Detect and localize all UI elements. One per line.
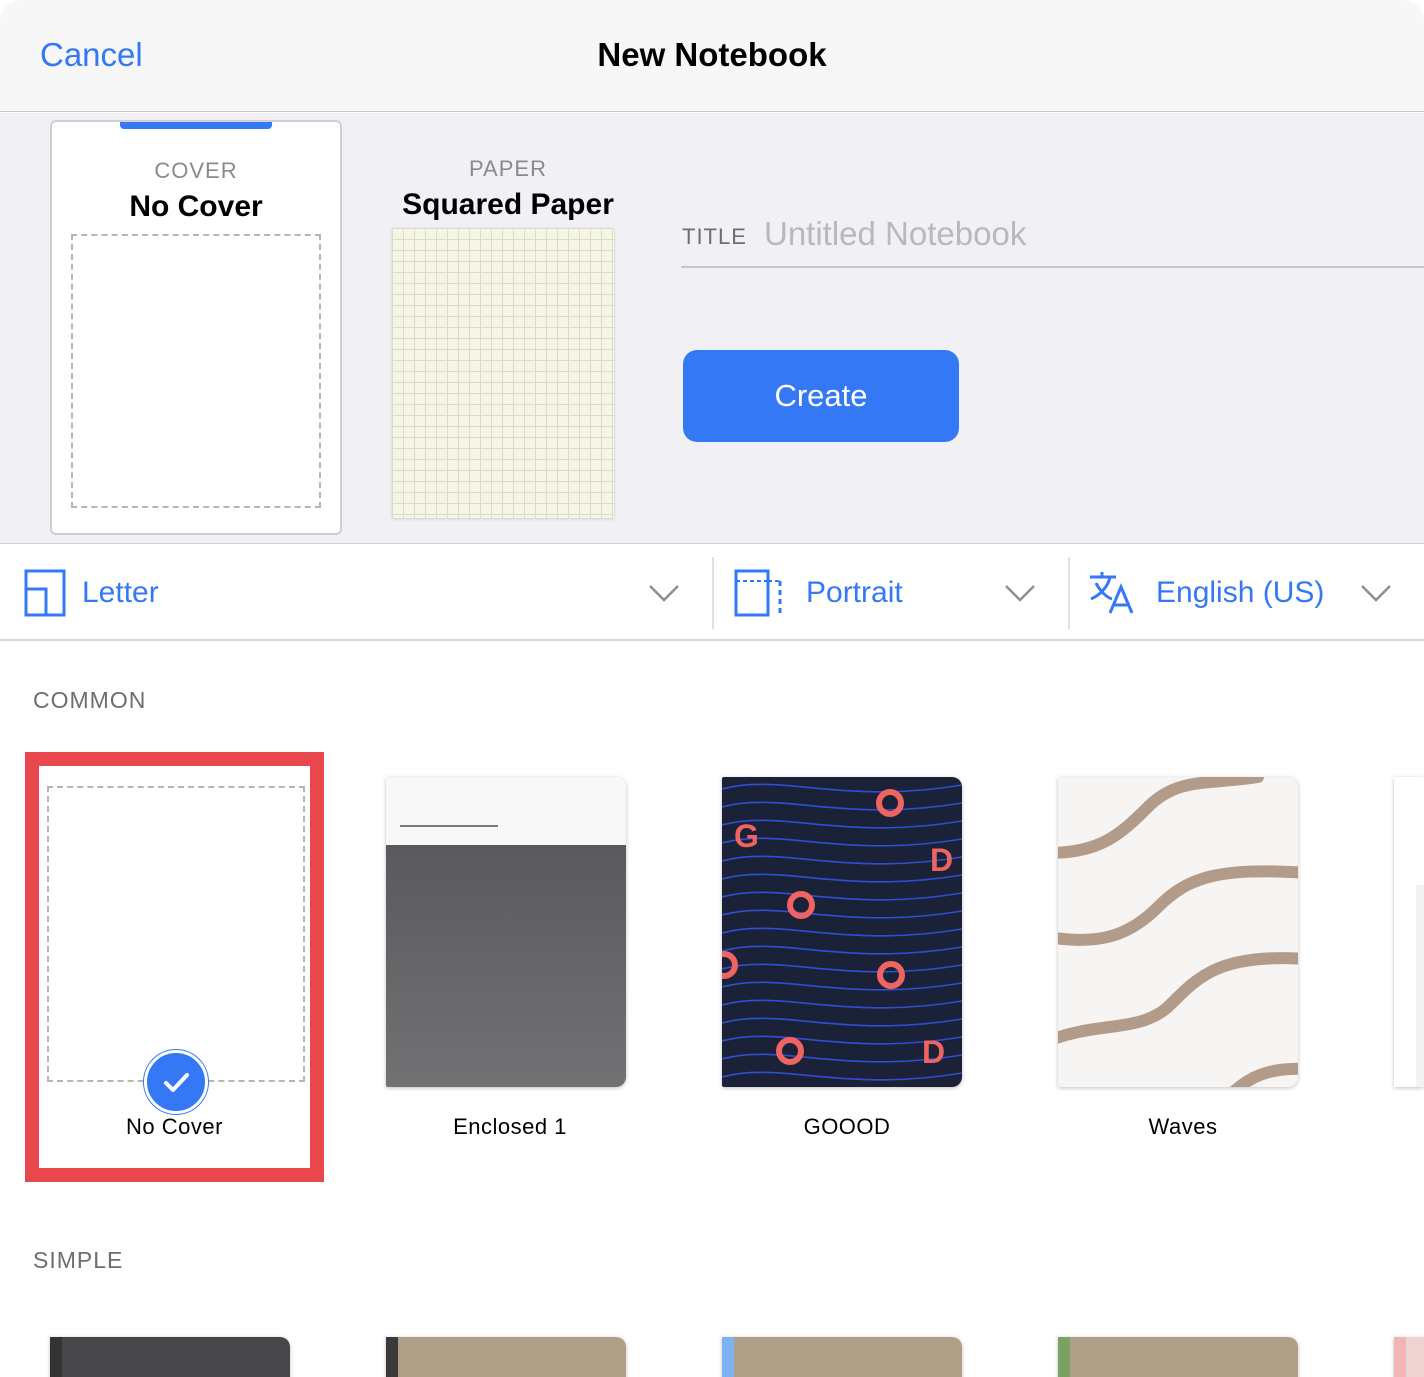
orientation-icon	[734, 569, 782, 617]
language-dropdown[interactable]: English (US)	[1070, 545, 1424, 641]
cover-option-goood[interactable]: G D D GOOOD	[722, 777, 972, 1147]
selection-indicator	[120, 122, 272, 129]
cover-name: GOOOD	[803, 1114, 891, 1139]
cover-option-simple-partial[interactable]	[1394, 1337, 1424, 1377]
title-label: TITLE	[682, 224, 747, 249]
page-title: New Notebook	[597, 36, 827, 73]
cover-name: No Cover	[126, 1114, 223, 1139]
cover-option-waves[interactable]: Waves	[1058, 777, 1308, 1147]
chevron-down-icon	[1361, 585, 1391, 602]
cover-value: No Cover	[129, 190, 263, 223]
enclosed-cover-thumbnail	[386, 777, 626, 1087]
cover-name: Enclosed 1	[453, 1114, 567, 1139]
cover-option-partial[interactable]	[1394, 777, 1424, 1087]
checkmark-icon	[144, 1050, 208, 1114]
cover-name: Waves	[1148, 1114, 1218, 1139]
page-size-dropdown[interactable]: Letter	[0, 545, 712, 641]
svg-text:D: D	[922, 1034, 945, 1070]
nav-bar: Cancel New Notebook	[0, 0, 1424, 112]
svg-text:D: D	[930, 842, 953, 878]
paper-value: Squared Paper	[402, 188, 614, 221]
title-underline	[681, 266, 1424, 268]
orientation-label: Portrait	[806, 576, 903, 609]
section-label-common: COMMON	[33, 687, 147, 713]
paper-selector[interactable]: PAPER Squared Paper	[380, 120, 636, 530]
chevron-down-icon	[1005, 585, 1035, 602]
no-cover-preview	[47, 786, 305, 1082]
goood-cover-thumbnail: G D D	[722, 777, 962, 1087]
orientation-dropdown[interactable]: Portrait	[714, 545, 1068, 641]
paper-kicker: PAPER	[469, 156, 547, 181]
notebook-preview-panel: COVER No Cover PAPER Squared Paper TITLE…	[0, 113, 1424, 544]
new-notebook-sheet: Cancel New Notebook COVER No Cover PAPER…	[0, 0, 1424, 1377]
cover-option-enclosed-1[interactable]: Enclosed 1	[386, 777, 634, 1147]
page-size-label: Letter	[82, 576, 159, 609]
cover-option-simple-2[interactable]	[386, 1337, 626, 1377]
squared-paper-preview	[392, 228, 614, 518]
waves-cover-thumbnail	[1058, 777, 1298, 1087]
cover-kicker: COVER	[154, 158, 238, 183]
options-bar: Letter Portrait English (US)	[0, 545, 1424, 641]
cover-option-simple-3[interactable]	[722, 1337, 962, 1377]
language-label: English (US)	[1156, 576, 1325, 609]
cover-selector[interactable]: COVER No Cover	[50, 120, 342, 535]
section-label-simple: SIMPLE	[33, 1247, 124, 1273]
cover-option-simple-4[interactable]	[1058, 1337, 1298, 1377]
page-size-icon	[24, 569, 66, 617]
create-button[interactable]: Create	[683, 350, 959, 442]
cover-option-simple-1[interactable]	[50, 1337, 290, 1377]
title-input[interactable]	[764, 209, 1404, 259]
translate-icon	[1090, 572, 1134, 614]
cover-preview-empty	[71, 234, 321, 508]
chevron-down-icon	[649, 585, 679, 602]
svg-text:G: G	[734, 818, 759, 854]
